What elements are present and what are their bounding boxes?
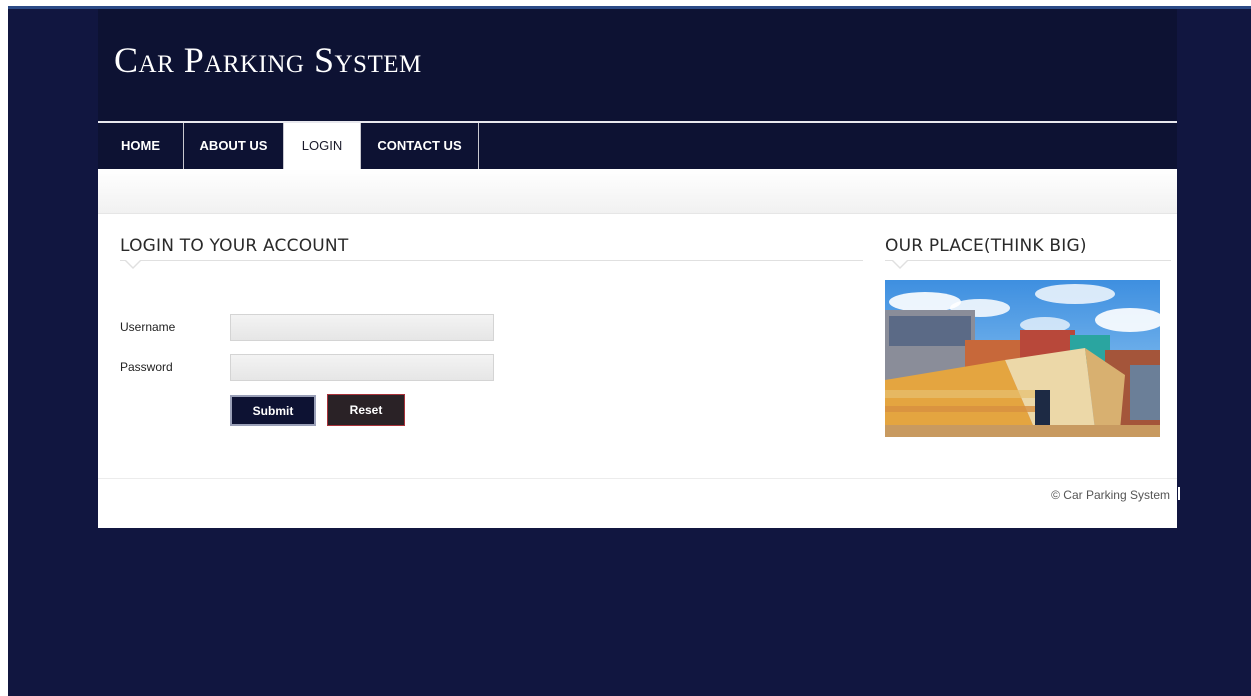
login-title-rule [120, 260, 863, 261]
sidebar-title-rule [885, 260, 1171, 261]
submit-button[interactable]: Submit [230, 395, 316, 426]
copyright-text: © Car Parking System [1051, 488, 1170, 502]
nav-about-us[interactable]: ABOUT US [184, 123, 284, 169]
login-section-title: LOGIN TO YOUR ACCOUNT [120, 236, 349, 256]
password-label: Password [120, 360, 173, 374]
footer-divider [98, 478, 1177, 479]
main-nav: HOME ABOUT US LOGIN CONTACT US [98, 123, 1177, 169]
password-input[interactable] [230, 354, 494, 381]
sub-banner [98, 169, 1177, 214]
main-content: LOGIN TO YOUR ACCOUNT Username Password … [98, 169, 1177, 528]
login-title-notch [125, 260, 141, 269]
sidebar-title: OUR PLACE(THINK BIG) [885, 236, 1087, 256]
site-title: Car Parking System [114, 40, 422, 80]
nav-login[interactable]: LOGIN [284, 123, 361, 169]
text-cursor-mark [1178, 487, 1180, 500]
nav-home[interactable]: HOME [98, 123, 184, 169]
sidebar-title-notch [892, 260, 908, 269]
site-header: Car Parking System [98, 9, 1177, 121]
username-input[interactable] [230, 314, 494, 341]
username-label: Username [120, 320, 176, 334]
building-photo [885, 280, 1160, 437]
nav-contact-us[interactable]: CONTACT US [361, 123, 479, 169]
reset-button[interactable]: Reset [327, 394, 405, 426]
building-photo-icon [885, 280, 1160, 437]
